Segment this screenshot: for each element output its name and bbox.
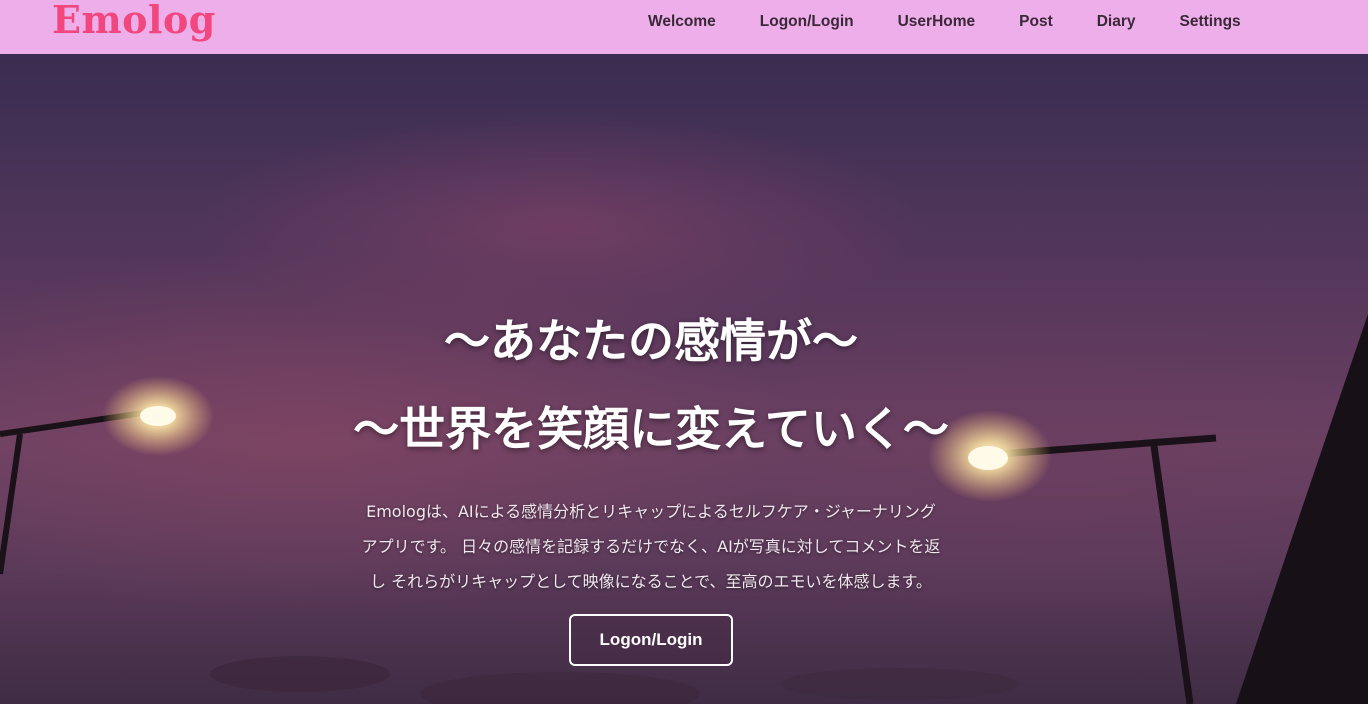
nav-links: Welcome Logon/Login UserHome Post Diary … bbox=[626, 0, 1263, 44]
brand-logo[interactable]: Emolog bbox=[52, 0, 216, 42]
hero-description-line: Emologは、AIによる感情分析とリキャップによるセルフケア・ジャーナリング bbox=[366, 502, 936, 521]
nav-link-userhome[interactable]: UserHome bbox=[876, 13, 998, 31]
nav-link-settings[interactable]: Settings bbox=[1158, 13, 1263, 31]
hero-headline-line-2: 〜世界を笑顔に変えていく〜 bbox=[353, 402, 949, 456]
nav-link-post[interactable]: Post bbox=[997, 13, 1075, 31]
hero-description-line: し それらがリキャップとして映像になることで、至高のエモいを体感します。 bbox=[370, 572, 932, 591]
logon-login-button[interactable]: Logon/Login bbox=[569, 614, 733, 666]
hero-description-line: アプリです。 日々の感情を記録するだけでなく、AIが写真に対してコメントを返 bbox=[361, 537, 941, 556]
nav-link-welcome[interactable]: Welcome bbox=[626, 13, 738, 31]
hero-background-image bbox=[0, 314, 1368, 704]
top-navbar: Emolog Welcome Logon/Login UserHome Post… bbox=[0, 0, 1368, 54]
hero-headline-line-1: 〜あなたの感情が〜 bbox=[444, 314, 858, 368]
nav-link-diary[interactable]: Diary bbox=[1075, 13, 1158, 31]
hero-description: Emologは、AIによる感情分析とリキャップによるセルフケア・ジャーナリング … bbox=[320, 494, 982, 599]
nav-link-logon-login[interactable]: Logon/Login bbox=[738, 13, 876, 31]
hero-section: 〜あなたの感情が〜 〜世界を笑顔に変えていく〜 Emologは、AIによる感情分… bbox=[0, 54, 1368, 704]
